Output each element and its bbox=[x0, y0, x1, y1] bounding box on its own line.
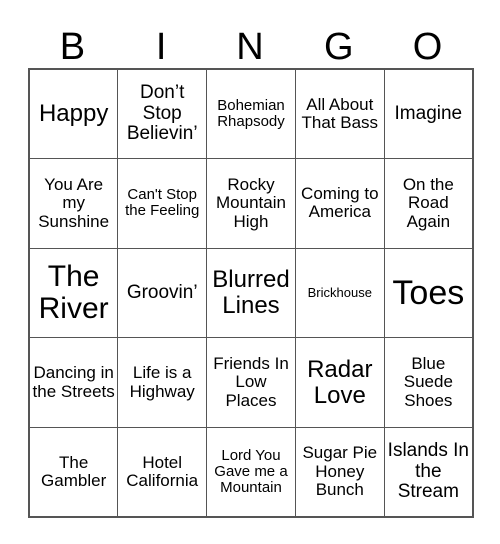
bingo-cell[interactable]: Lord You Gave me a Mountain bbox=[206, 426, 296, 518]
bingo-cell[interactable]: Toes bbox=[383, 247, 474, 339]
bingo-cell[interactable]: Blurred Lines bbox=[206, 247, 296, 339]
bingo-cell[interactable]: Friends In Low Places bbox=[206, 337, 296, 428]
bingo-cell[interactable]: Islands In the Stream bbox=[383, 426, 474, 518]
bingo-row: Happy Don’t Stop Believin’ Bohemian Rhap… bbox=[28, 68, 474, 160]
bingo-cell[interactable]: Happy bbox=[28, 68, 119, 160]
bingo-cell[interactable]: Groovin’ bbox=[117, 247, 208, 339]
bingo-cell[interactable]: The River bbox=[28, 247, 119, 339]
bingo-header-letter-g: G bbox=[324, 26, 354, 68]
bingo-header-row: B I N G O bbox=[28, 14, 472, 68]
bingo-header-letter-o: O bbox=[412, 26, 443, 68]
bingo-cell[interactable]: Hotel California bbox=[117, 426, 208, 518]
bingo-header-letter-i: I bbox=[155, 26, 167, 68]
bingo-cell[interactable]: Can't Stop the Feeling bbox=[117, 158, 208, 249]
bingo-cell[interactable]: On the Road Again bbox=[383, 158, 474, 249]
bingo-grid-body: Happy Don’t Stop Believin’ Bohemian Rhap… bbox=[28, 68, 474, 518]
bingo-cell[interactable]: All About That Bass bbox=[294, 68, 385, 160]
bingo-row: The Gambler Hotel California Lord You Ga… bbox=[28, 426, 474, 518]
bingo-cell[interactable]: The Gambler bbox=[28, 426, 119, 518]
bingo-cell[interactable]: Rocky Mountain High bbox=[206, 158, 296, 249]
bingo-header-letter-b: B bbox=[59, 26, 86, 68]
bingo-cell[interactable]: Dancing in the Streets bbox=[28, 337, 119, 428]
bingo-cell[interactable]: Radar Love bbox=[294, 337, 385, 428]
bingo-cell[interactable]: Coming to America bbox=[294, 158, 385, 249]
bingo-cell[interactable]: Blue Suede Shoes bbox=[383, 337, 474, 428]
bingo-header-letter-n: N bbox=[236, 26, 264, 68]
bingo-row: You Are my Sunshine Can't Stop the Feeli… bbox=[28, 158, 474, 249]
bingo-grid: Happy Don’t Stop Believin’ Bohemian Rhap… bbox=[28, 68, 474, 518]
bingo-card: B I N G O Happy Don’t Stop Believin’ Boh… bbox=[28, 14, 474, 518]
bingo-cell[interactable]: Don’t Stop Believin’ bbox=[117, 68, 208, 160]
bingo-cell[interactable]: You Are my Sunshine bbox=[28, 158, 119, 249]
bingo-cell[interactable]: Brickhouse bbox=[294, 247, 385, 339]
bingo-row: The River Groovin’ Blurred Lines Brickho… bbox=[28, 247, 474, 339]
bingo-cell[interactable]: Sugar Pie Honey Bunch bbox=[294, 426, 385, 518]
bingo-row: Dancing in the Streets Life is a Highway… bbox=[28, 337, 474, 428]
bingo-cell[interactable]: Life is a Highway bbox=[117, 337, 208, 428]
bingo-cell[interactable]: Bohemian Rhapsody bbox=[206, 68, 296, 160]
bingo-cell[interactable]: Imagine bbox=[383, 68, 474, 160]
